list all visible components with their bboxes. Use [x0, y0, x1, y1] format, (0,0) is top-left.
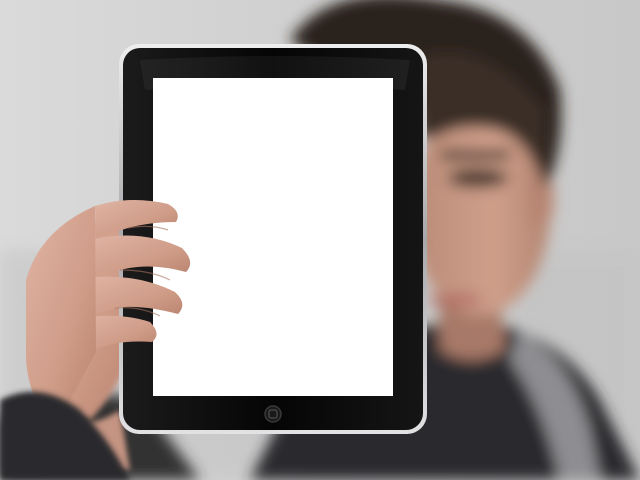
- mouth: [427, 293, 483, 307]
- photo-scene: [0, 0, 640, 480]
- tablet-device: [119, 44, 427, 434]
- eye: [448, 168, 508, 188]
- eyebrow: [440, 150, 510, 160]
- home-button: [264, 405, 282, 423]
- tablet-screen: [153, 78, 393, 396]
- scene-svg: [0, 0, 640, 480]
